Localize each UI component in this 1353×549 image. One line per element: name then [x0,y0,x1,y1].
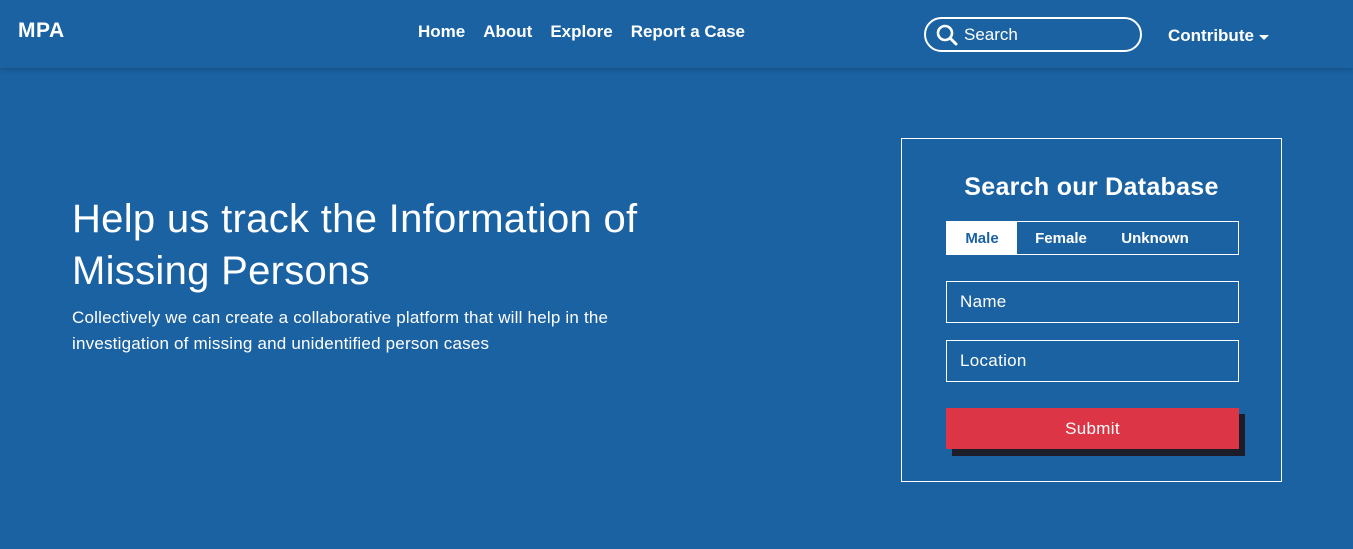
search-input[interactable] [964,24,1134,45]
brand-logo[interactable]: MPA [18,19,65,43]
submit-button[interactable]: Submit [946,408,1239,449]
nav-link-explore[interactable]: Explore [550,22,612,42]
top-navbar: MPA Home About Explore Report a Case Con… [0,0,1353,68]
gender-toggle-group: Male Female Unknown [946,221,1239,255]
search-box[interactable] [924,17,1142,52]
caret-down-icon [1258,34,1269,40]
hero-subtitle: Collectively we can create a collaborati… [72,308,609,353]
name-input[interactable] [946,281,1239,323]
contribute-dropdown[interactable]: Contribute [1168,26,1269,46]
nav-link-about[interactable]: About [483,22,532,42]
contribute-label: Contribute [1168,26,1254,45]
gender-option-unknown[interactable]: Unknown [1105,222,1205,254]
nav-link-report-case[interactable]: Report a Case [631,22,745,42]
gender-option-female[interactable]: Female [1017,222,1105,254]
gender-option-male[interactable]: Male [947,222,1017,254]
nav-link-home[interactable]: Home [418,22,465,42]
hero-title: Help us track the Information of Missing… [72,197,638,293]
search-database-card: Search our Database Male Female Unknown … [901,138,1282,482]
location-input[interactable] [946,340,1239,382]
search-icon [936,24,958,45]
nav-links: Home About Explore Report a Case [418,22,745,42]
card-title: Search our Database [964,173,1219,201]
